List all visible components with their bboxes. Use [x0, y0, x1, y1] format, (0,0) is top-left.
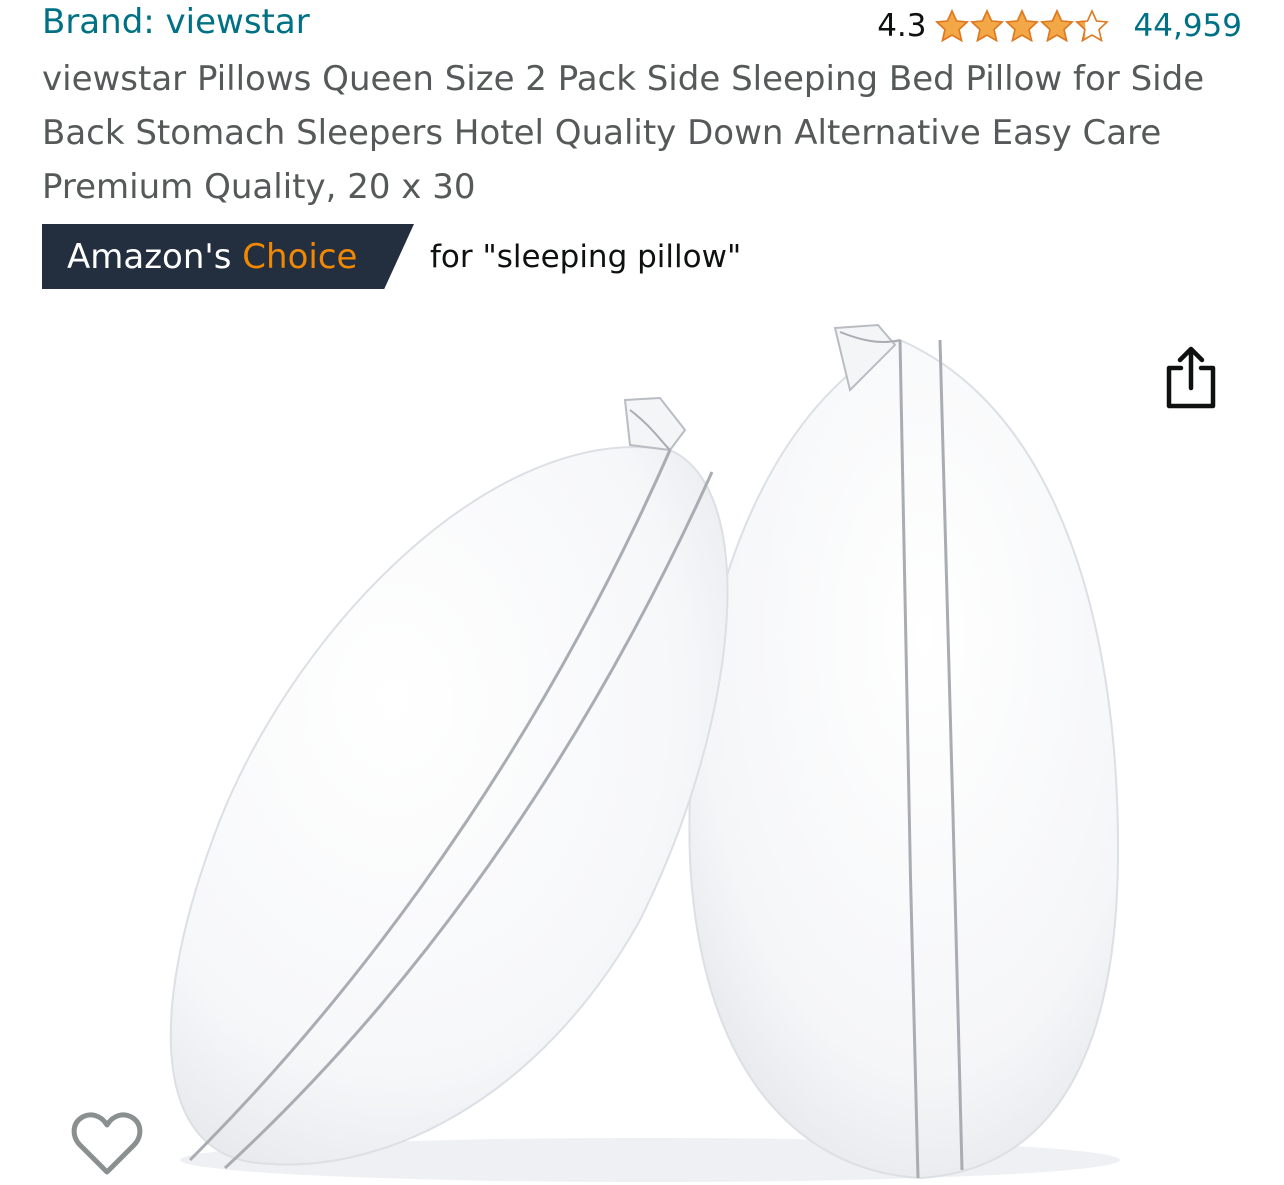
brand-link[interactable]: Brand: viewstar — [42, 0, 310, 44]
rating-value: 4.3 — [877, 8, 927, 44]
star-icon — [1074, 9, 1109, 43]
add-to-list-button[interactable] — [70, 1108, 144, 1182]
choice-keyword: for "sleeping pillow" — [430, 238, 742, 275]
star-icon — [934, 9, 969, 43]
product-header: Brand: viewstar 4.3 44,959 — [42, 0, 1242, 48]
amazons-choice-row: Amazon's Choice for "sleeping pillow" — [42, 224, 741, 289]
star-icon — [1004, 9, 1039, 43]
heart-icon — [71, 1112, 143, 1175]
choice-badge-accent: Choice — [242, 236, 358, 277]
product-image[interactable] — [0, 300, 1284, 1185]
product-title: viewstar Pillows Queen Size 2 Pack Side … — [42, 59, 1205, 207]
share-button[interactable] — [1161, 344, 1221, 414]
share-icon — [1166, 346, 1216, 409]
review-count-link[interactable]: 44,959 — [1134, 8, 1242, 44]
choice-badge-prefix: Amazon's — [67, 236, 243, 277]
rating-summary[interactable]: 4.3 44,959 — [877, 4, 1242, 48]
amazons-choice-badge: Amazon's Choice — [42, 224, 414, 289]
star-icon — [969, 9, 1004, 43]
star-rating[interactable] — [934, 9, 1110, 43]
star-icon — [1039, 9, 1074, 43]
